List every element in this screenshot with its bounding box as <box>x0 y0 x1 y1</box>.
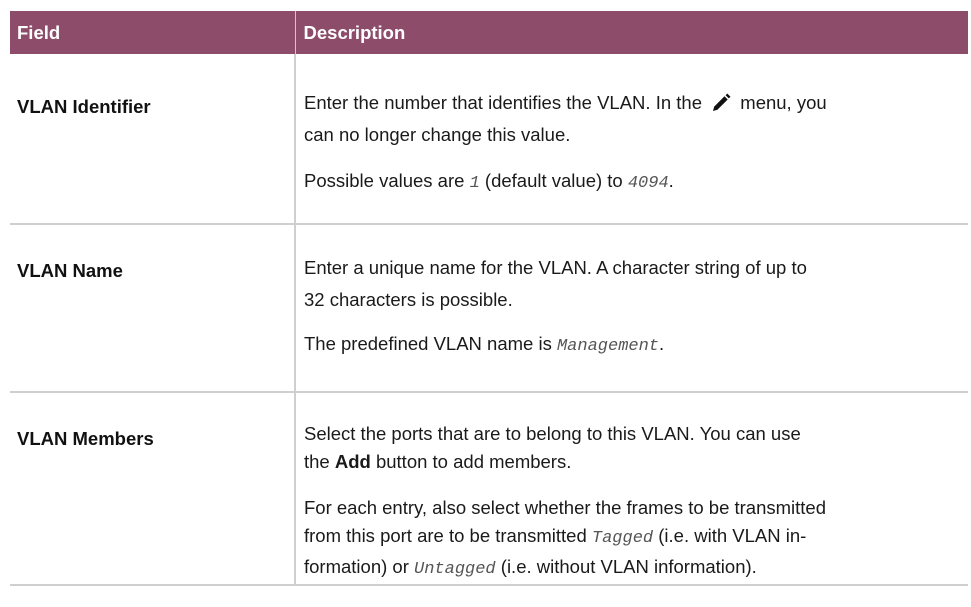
description-cell: Enter the number that identifies the VLA… <box>295 54 968 225</box>
text-span: formation) or <box>304 556 409 577</box>
header-field: Field <box>10 11 296 54</box>
text-span: . <box>668 170 674 191</box>
field-description-table: Field Description VLAN Identifier Enter … <box>10 11 968 586</box>
value-code: 1 <box>469 174 480 193</box>
text-span: Enter the number that identifies the VLA… <box>304 92 702 113</box>
description-cell: Select the ports that are to belong to t… <box>295 392 968 586</box>
pencil-icon <box>709 91 733 115</box>
text-span: Enter a unique name for the VLAN. A char… <box>304 257 807 278</box>
text-span: button to add members. <box>375 451 572 472</box>
text-span: the <box>304 451 330 472</box>
description-paragraph: Possible values are 1 (default value) to… <box>304 165 968 200</box>
text-span: The predefined VLAN name is <box>304 333 552 354</box>
text-span: menu, you <box>740 92 827 113</box>
table-row: VLAN Name Enter a unique name for the VL… <box>10 224 968 393</box>
value-code: Management <box>556 337 660 356</box>
table-row: VLAN Identifier Enter the number that id… <box>10 54 968 225</box>
text-span: 32 characters is possible. <box>304 289 513 310</box>
description-paragraph: Select the ports that are to belong to t… <box>304 420 968 476</box>
add-button-reference: Add <box>334 451 371 472</box>
text-span: from this port are to be transmitted <box>304 525 587 546</box>
value-code: 4094 <box>627 174 669 193</box>
description-paragraph: The predefined VLAN name is Management. <box>304 328 968 363</box>
text-span: (i.e. without VLAN information). <box>500 556 757 577</box>
text-span: Possible values are <box>304 170 465 191</box>
description-cell: Enter a unique name for the VLAN. A char… <box>295 224 968 393</box>
field-name: VLAN Name <box>17 260 123 281</box>
table-header-row: Field Description <box>10 11 968 54</box>
page: Field Description VLAN Identifier Enter … <box>0 0 971 607</box>
text-span: can no longer change this value. <box>304 124 571 145</box>
value-code: Tagged <box>591 529 654 548</box>
field-cell: VLAN Members <box>10 392 296 586</box>
field-cell: VLAN Identifier <box>10 54 296 225</box>
field-cell: VLAN Name <box>10 224 296 393</box>
field-name: VLAN Members <box>17 428 154 449</box>
text-span: For each entry, also select whether the … <box>304 497 827 518</box>
text-span: Select the ports that are to belong to t… <box>304 423 801 444</box>
text-span: (default value) to <box>484 170 623 191</box>
description-paragraph: For each entry, also select whether the … <box>304 494 968 584</box>
field-name: VLAN Identifier <box>17 96 151 117</box>
table-row: VLAN Members Select the ports that are t… <box>10 392 968 586</box>
text-span: (i.e. with VLAN in- <box>658 525 807 546</box>
text-span: . <box>659 333 665 354</box>
header-description: Description <box>303 21 406 43</box>
description-paragraph: Enter a unique name for the VLAN. A char… <box>304 252 968 316</box>
description-paragraph: Enter the number that identifies the VLA… <box>304 87 968 151</box>
value-code: Untagged <box>414 560 496 579</box>
